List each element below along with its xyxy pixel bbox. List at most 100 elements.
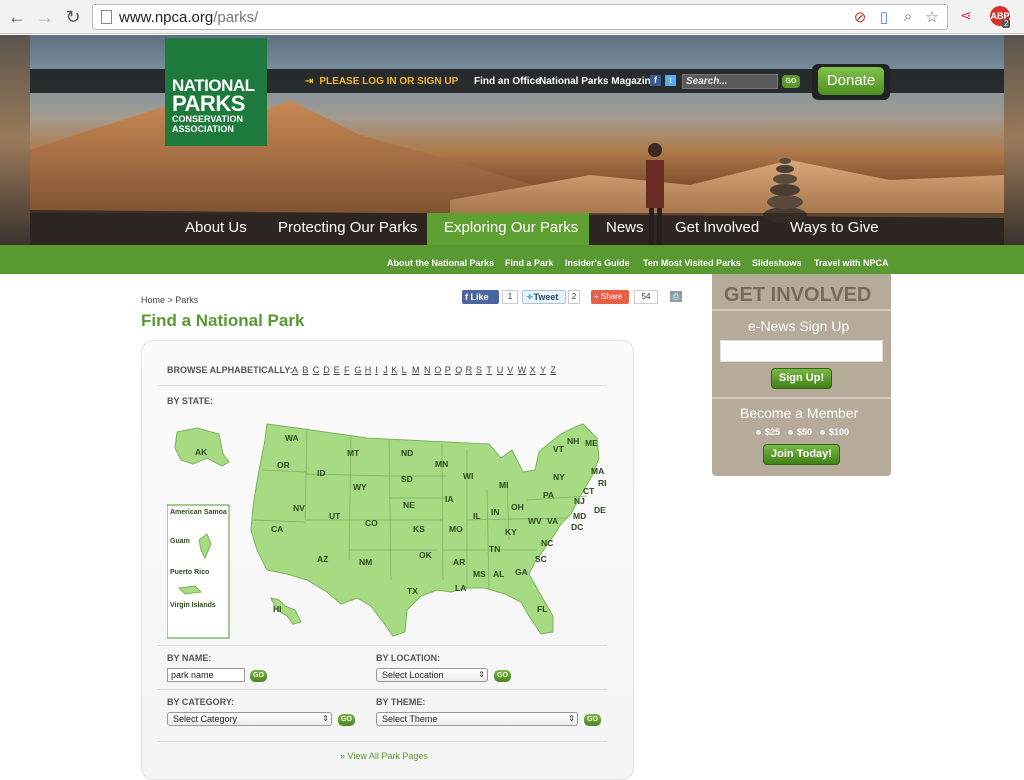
login-link[interactable]: ⇥ PLEASE LOG IN OR SIGN UP bbox=[305, 76, 458, 87]
facebook-like-button[interactable]: f Like bbox=[462, 290, 499, 304]
state-label-id[interactable]: ID bbox=[317, 468, 326, 478]
state-label-il[interactable]: IL bbox=[473, 511, 481, 521]
state-label-ca[interactable]: CA bbox=[271, 524, 283, 534]
state-label-or[interactable]: OR bbox=[277, 460, 290, 470]
state-label-mo[interactable]: MO bbox=[449, 524, 463, 534]
bookmark-star-icon[interactable]: ☆ bbox=[923, 8, 941, 26]
state-label-az[interactable]: AZ bbox=[317, 554, 328, 564]
state-label-sd[interactable]: SD bbox=[401, 474, 413, 484]
letter-link-i[interactable]: I bbox=[375, 365, 378, 375]
letter-link-s[interactable]: S bbox=[476, 365, 482, 375]
letter-link-n[interactable]: N bbox=[424, 365, 431, 375]
document-icon[interactable]: ▯ bbox=[875, 8, 893, 26]
share-extension-icon[interactable]: ⋖ bbox=[960, 7, 972, 24]
find-office-link[interactable]: Find an Office bbox=[474, 76, 541, 87]
name-go-button[interactable]: GO bbox=[250, 670, 267, 682]
state-label-ar[interactable]: AR bbox=[453, 557, 465, 567]
subnav-slideshows[interactable]: Slideshows bbox=[752, 258, 802, 268]
territory-label-puerto-rico[interactable]: Puerto Rico bbox=[170, 569, 209, 576]
search-input[interactable]: Search... bbox=[682, 74, 778, 89]
letter-link-m[interactable]: M bbox=[412, 365, 420, 375]
letter-link-w[interactable]: W bbox=[518, 365, 527, 375]
state-label-ak[interactable]: AK bbox=[195, 447, 208, 457]
blocked-icon[interactable]: ⊘ bbox=[851, 8, 869, 26]
state-label-ma[interactable]: MA bbox=[591, 466, 604, 476]
territory-label-american-samoa[interactable]: American Samoa bbox=[170, 509, 227, 516]
state-label-ne[interactable]: NE bbox=[403, 500, 415, 510]
location-go-button[interactable]: GO bbox=[494, 670, 511, 682]
state-label-wv[interactable]: WV bbox=[528, 516, 542, 526]
state-label-ms[interactable]: MS bbox=[473, 569, 486, 579]
letter-link-r[interactable]: R bbox=[466, 365, 473, 375]
state-label-ky[interactable]: KY bbox=[505, 527, 517, 537]
state-label-ga[interactable]: GA bbox=[515, 567, 528, 577]
state-label-vt[interactable]: VT bbox=[553, 444, 565, 454]
category-go-button[interactable]: GO bbox=[338, 714, 355, 726]
state-label-fl[interactable]: FL bbox=[537, 604, 547, 614]
nav-get-involved[interactable]: Get Involved bbox=[675, 219, 759, 236]
forward-arrow-icon[interactable]: → bbox=[34, 6, 56, 28]
state-label-de[interactable]: DE bbox=[594, 505, 606, 515]
subnav-travel-with-npca[interactable]: Travel with NPCA bbox=[814, 258, 889, 268]
letter-link-a[interactable]: A bbox=[292, 365, 298, 375]
state-label-nm[interactable]: NM bbox=[359, 557, 372, 567]
state-label-nh[interactable]: NH bbox=[567, 436, 579, 446]
territory-label-guam[interactable]: Guam bbox=[170, 538, 190, 545]
state-label-ny[interactable]: NY bbox=[553, 472, 565, 482]
state-label-dc[interactable]: DC bbox=[571, 522, 583, 532]
state-label-va[interactable]: VA bbox=[547, 516, 558, 526]
park-name-input[interactable]: park name bbox=[167, 668, 245, 682]
letter-link-e[interactable]: E bbox=[334, 365, 340, 375]
signup-button[interactable]: Sign Up! bbox=[771, 368, 832, 389]
state-label-co[interactable]: CO bbox=[365, 518, 378, 528]
reload-icon[interactable]: ↻ bbox=[62, 6, 84, 28]
state-label-in[interactable]: IN bbox=[491, 507, 500, 517]
search-go-button[interactable]: GO bbox=[782, 75, 800, 88]
category-select[interactable]: Select Category ⇕ bbox=[167, 712, 332, 726]
state-label-me[interactable]: ME bbox=[585, 438, 598, 448]
nav-news[interactable]: News bbox=[606, 219, 644, 236]
nav-exploring-our-parks[interactable]: Exploring Our Parks bbox=[444, 219, 578, 236]
letter-link-p[interactable]: P bbox=[445, 365, 451, 375]
donate-button[interactable]: Donate bbox=[818, 67, 884, 95]
tweet-button[interactable]: ✦Tweet bbox=[522, 290, 566, 304]
donation-option-100[interactable]: $100 bbox=[819, 427, 849, 437]
theme-select[interactable]: Select Theme ⇕ bbox=[376, 712, 578, 726]
state-label-mi[interactable]: MI bbox=[499, 480, 508, 490]
letter-link-h[interactable]: H bbox=[365, 365, 372, 375]
state-label-tx[interactable]: TX bbox=[407, 586, 418, 596]
state-label-ct[interactable]: CT bbox=[583, 486, 595, 496]
state-label-ks[interactable]: KS bbox=[413, 524, 425, 534]
address-bar[interactable]: www.npca.org/parks/ ⊘ ▯ ⌕ ☆ bbox=[92, 4, 948, 30]
letter-link-z[interactable]: Z bbox=[550, 365, 556, 375]
letter-link-j[interactable]: J bbox=[383, 365, 388, 375]
nav-ways-to-give[interactable]: Ways to Give bbox=[790, 219, 879, 236]
magazine-link[interactable]: National Parks Magazine bbox=[539, 76, 656, 87]
subnav-about-national-parks[interactable]: About the National Parks bbox=[387, 258, 494, 268]
state-label-wa[interactable]: WA bbox=[285, 433, 299, 443]
state-label-ut[interactable]: UT bbox=[329, 511, 341, 521]
state-label-ok[interactable]: OK bbox=[419, 550, 433, 560]
subnav-ten-most-visited[interactable]: Ten Most Visited Parks bbox=[643, 258, 741, 268]
theme-go-button[interactable]: GO bbox=[584, 714, 601, 726]
state-label-mn[interactable]: MN bbox=[435, 459, 448, 469]
letter-link-u[interactable]: U bbox=[497, 365, 504, 375]
state-label-nd[interactable]: ND bbox=[401, 448, 413, 458]
nav-protecting-our-parks[interactable]: Protecting Our Parks bbox=[278, 219, 417, 236]
state-label-ri[interactable]: RI bbox=[598, 478, 607, 488]
zoom-icon[interactable]: ⌕ bbox=[899, 8, 917, 26]
nav-about-us[interactable]: About Us bbox=[185, 219, 247, 236]
state-label-mt[interactable]: MT bbox=[347, 448, 360, 458]
view-all-parks-link[interactable]: » View All Park Pages bbox=[340, 751, 428, 761]
us-state-map[interactable]: AK HI WA OR CA NV ID MT WY UT AZ CO NM ND SD NE KS OK TX MN… bbox=[167, 410, 607, 640]
letter-link-l[interactable]: L bbox=[402, 365, 407, 375]
share-button[interactable]: + Share bbox=[591, 290, 629, 304]
letter-link-b[interactable]: B bbox=[302, 365, 308, 375]
print-icon[interactable]: ⎙ bbox=[670, 291, 682, 302]
state-label-oh[interactable]: OH bbox=[511, 502, 524, 512]
breadcrumb[interactable]: Home > Parks bbox=[141, 295, 198, 305]
letter-link-x[interactable]: X bbox=[530, 365, 536, 375]
letter-link-k[interactable]: K bbox=[391, 365, 397, 375]
state-label-md[interactable]: MD bbox=[573, 511, 586, 521]
state-label-nv[interactable]: NV bbox=[293, 503, 305, 513]
